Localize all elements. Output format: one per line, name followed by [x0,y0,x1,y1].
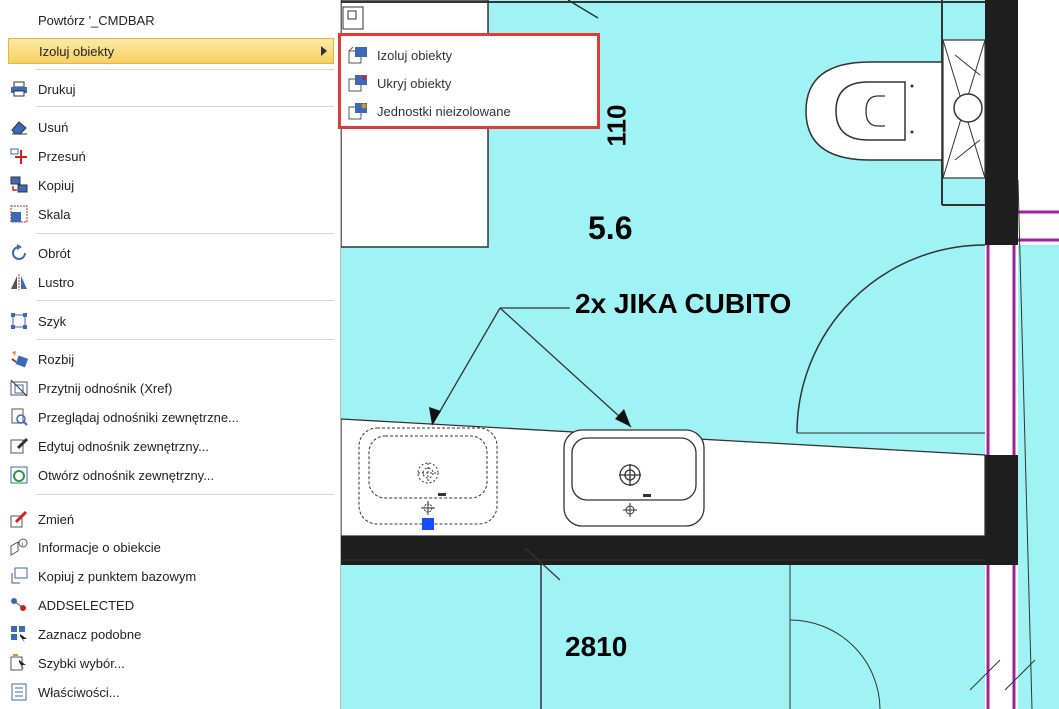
menu-separator [36,339,334,340]
selection-grip[interactable] [422,518,434,530]
menu-separator [36,300,334,301]
menu-item-properties[interactable]: Właściwości... [8,679,334,705]
move-icon [8,146,30,166]
menu-item-scale[interactable]: Skala [8,201,334,227]
menu-item-select-similar[interactable]: Zaznacz podobne [8,621,334,647]
submenu-arrow-icon [321,46,327,56]
eraser-icon [8,117,30,137]
menu-item-mirror[interactable]: Lustro [8,269,334,295]
dimension-label-2810: 2810 [565,631,628,662]
menu-item-modify[interactable]: Zmień [8,506,334,532]
menu-item-copy-base-point[interactable]: Kopiuj z punktem bazowym [8,563,334,589]
menu-item-open-xref[interactable]: Otwórz odnośnik zewnętrzny... [8,462,334,488]
menu-item-delete[interactable]: Usuń [8,114,334,140]
isolate-submenu: Izoluj obiekty Ukryj obiekty Jednostki n… [338,33,600,129]
clip-xref-icon [8,378,30,398]
menu-separator [36,233,334,234]
printer-icon [8,79,30,99]
edit-xref-icon [8,436,30,456]
properties-icon [8,682,30,702]
quick-select-icon [8,653,30,673]
isolate-objects-icon [347,45,369,65]
menu-item-explode[interactable]: Rozbij [8,346,334,372]
annotation-label: 2x JIKA CUBITO [575,288,792,319]
blank-icon [9,41,31,61]
right-wall-upper [985,0,1018,245]
modify-icon [8,509,30,529]
array-icon [8,311,30,331]
object-info-icon: i [8,537,30,557]
menu-item-isolate-objects[interactable]: Izoluj obiekty [8,38,334,64]
menu-separator [36,494,334,495]
mirror-icon [8,272,30,292]
submenu-item-isolate-objects[interactable]: Izoluj obiekty [347,42,452,68]
context-menu: Powtórz '_CMDBAR Izoluj obiekty Drukuj U… [0,0,341,709]
sink-left-selected[interactable] [358,427,498,530]
menu-separator [36,69,334,70]
menu-item-addselected[interactable]: ADDSELECTED [8,592,334,618]
menu-item-rotate[interactable]: Obrót [8,240,334,266]
copy-icon [8,175,30,195]
menu-item-move[interactable]: Przesuń [8,143,334,169]
menu-item-repeat-cmdbar[interactable]: Powtórz '_CMDBAR [8,7,334,33]
room-number-label: 5.6 [588,210,633,246]
copy-base-point-icon [8,566,30,586]
add-selected-icon [8,595,30,615]
menu-item-print[interactable]: Drukuj [8,76,334,102]
hide-objects-icon [347,73,369,93]
submenu-item-end-isolation[interactable]: Jednostki nieizolowane [347,98,511,124]
menu-item-edit-xref[interactable]: Edytuj odnośnik zewnętrzny... [8,433,334,459]
lower-wall [341,536,1018,565]
menu-item-quick-select[interactable]: Szybki wybór... [8,650,334,676]
browse-xref-icon [8,407,30,427]
open-xref-icon [8,465,30,485]
explode-icon [8,349,30,369]
menu-item-browse-xrefs[interactable]: Przeglądaj odnośniki zewnętrzne... [8,404,334,430]
svg-text:i: i [22,542,23,548]
menu-item-copy[interactable]: Kopiuj [8,172,334,198]
select-similar-icon [8,624,30,644]
sink-right[interactable] [563,429,705,527]
blank-icon [8,10,30,30]
scale-icon [8,204,30,224]
end-isolation-icon [347,101,369,121]
menu-item-clip-xref[interactable]: Przytnij odnośnik (Xref) [8,375,334,401]
menu-item-object-info[interactable]: i Informacje o obiekcie [8,534,334,560]
rotate-icon [8,243,30,263]
dimension-label-110: 110 [601,104,632,147]
menu-separator [36,106,334,107]
menu-item-array[interactable]: Szyk [8,308,334,334]
submenu-item-hide-objects[interactable]: Ukryj obiekty [347,70,451,96]
